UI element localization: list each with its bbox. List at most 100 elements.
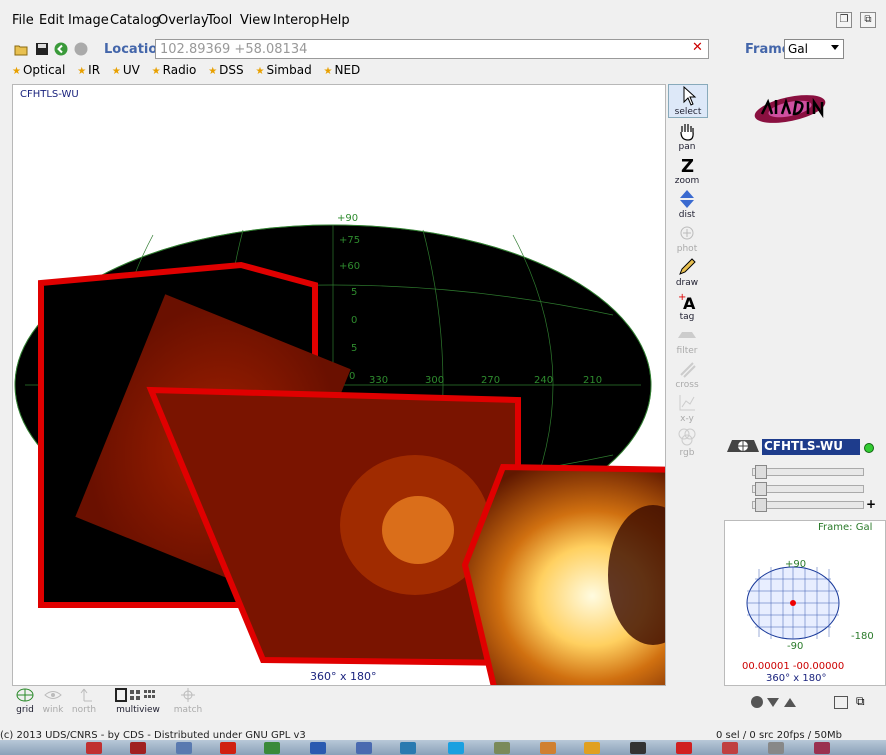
multiview-icon [115, 688, 155, 702]
match-button[interactable]: match [172, 688, 204, 715]
mini-label-bottom: -90 [787, 641, 803, 652]
bottom-toolbar: grid wink north multiview match [0, 688, 886, 718]
field-of-view-label: 360° x 180° [310, 670, 377, 683]
menu-overlay[interactable]: Overlay [158, 13, 209, 28]
stack-plane-icon[interactable] [726, 438, 760, 454]
tool-zoom[interactable]: Z zoom [668, 154, 706, 186]
menu-image[interactable]: Image [68, 13, 109, 28]
taskbar-app-icon[interactable] [494, 742, 510, 754]
frame-select[interactable]: Gal [784, 39, 844, 59]
sky-view[interactable]: +90 +75 +60 5 0 5 0 330 300 270 240 210 [12, 84, 666, 686]
opacity-slider-2[interactable] [752, 482, 864, 496]
tool-rgb[interactable]: rgb [668, 426, 706, 458]
menu-catalog[interactable]: Catalog [110, 13, 160, 28]
grid-label-lon-210: 210 [583, 375, 602, 386]
tool-phot[interactable]: phot [668, 222, 706, 254]
detach-window-icon[interactable]: ⧉ [860, 12, 876, 28]
taskbar-app-icon[interactable] [814, 742, 830, 754]
stop-icon[interactable] [74, 42, 88, 56]
mini-label-top: +90 [785, 559, 806, 570]
taskbar-app-icon[interactable] [86, 742, 102, 754]
taskbar-app-icon[interactable] [722, 742, 738, 754]
clear-location-icon[interactable]: ✕ [692, 40, 703, 55]
bookmark-uv[interactable]: ★ UV [112, 63, 140, 77]
menu-file[interactable]: File [12, 13, 34, 28]
restore-window-icon[interactable]: ❐ [836, 12, 852, 28]
slider-knob[interactable] [755, 482, 767, 496]
tool-panel: select pan Z zoom dist phot draw + A tag … [668, 84, 708, 464]
taskbar-app-icon[interactable] [264, 742, 280, 754]
slider-knob[interactable] [755, 498, 767, 512]
opacity-slider-3[interactable] [752, 498, 864, 512]
north-button[interactable]: north [70, 688, 98, 715]
taskbar-app-icon[interactable] [768, 742, 784, 754]
eye-icon [44, 691, 62, 699]
tool-select[interactable]: select [668, 84, 708, 118]
mini-coords: 00.00001 -00.00000 [742, 661, 845, 672]
taskbar-app-icon[interactable] [176, 742, 192, 754]
open-folder-icon[interactable] [14, 42, 28, 56]
bookmark-ned[interactable]: ★ NED [324, 63, 361, 77]
photometry-icon [680, 226, 694, 240]
grid-label-lon-330: 330 [369, 375, 388, 386]
taskbar-app-icon[interactable] [448, 742, 464, 754]
grid-button[interactable]: grid [14, 688, 36, 715]
wink-button[interactable]: wink [40, 688, 66, 715]
pencil-icon [679, 258, 696, 275]
save-icon[interactable] [35, 42, 49, 56]
xy-plot-icon [679, 395, 695, 411]
north-arrow-icon [80, 688, 92, 702]
tool-tag[interactable]: + A tag [668, 290, 706, 322]
mini-label-right: -180 [851, 631, 874, 642]
plane-status-icon [864, 443, 874, 453]
bookmarks-bar: ★ Optical ★ IR ★ UV ★ Radio ★ DSS ★ Simbad ★ NE… [12, 63, 368, 79]
menu-edit[interactable]: Edit [39, 13, 64, 28]
tool-filter[interactable]: filter [668, 324, 706, 356]
multiview-button[interactable]: multiview [112, 688, 164, 715]
menu-tool[interactable]: Tool [207, 13, 232, 28]
view-survey-label: CFHTLS-WU [20, 89, 79, 100]
chevron-down-icon [831, 45, 839, 50]
svg-text:Z: Z [681, 156, 694, 176]
mini-frame-label: Frame: Gal [818, 522, 873, 533]
taskbar-app-icon[interactable] [400, 742, 416, 754]
taskbar-app-icon[interactable] [540, 742, 556, 754]
grid-label-lon-270: 270 [481, 375, 500, 386]
bookmark-optical[interactable]: ★ Optical [12, 63, 65, 77]
location-input[interactable]: 102.89369 +58.08134 [155, 39, 709, 59]
taskbar-app-icon[interactable] [356, 742, 372, 754]
menu-view[interactable]: View [240, 13, 271, 28]
grid-label-lon-300: 300 [425, 375, 444, 386]
taskbar-app-icon[interactable] [130, 742, 146, 754]
grid-label-lon-240: 240 [534, 375, 553, 386]
back-icon[interactable] [54, 42, 68, 56]
add-plane-icon[interactable]: + [866, 497, 876, 511]
taskbar-app-icon[interactable] [676, 742, 692, 754]
grid-label-lat-90: +90 [337, 213, 358, 224]
bookmark-dss[interactable]: ★ DSS [208, 63, 243, 77]
slider-knob[interactable] [755, 465, 767, 479]
grid-label-lat-75: +75 [339, 235, 360, 246]
os-taskbar [0, 740, 886, 755]
tool-cross[interactable]: cross [668, 358, 706, 390]
taskbar-app-icon[interactable] [630, 742, 646, 754]
tool-dist[interactable]: dist [668, 188, 706, 220]
bookmark-radio[interactable]: ★ Radio [152, 63, 197, 77]
taskbar-app-icon[interactable] [310, 742, 326, 754]
bookmark-simbad[interactable]: ★ Simbad [255, 63, 311, 77]
taskbar-app-icon[interactable] [220, 742, 236, 754]
grid-label-lat-30: 0 [351, 315, 357, 326]
tool-xy[interactable]: x-y [668, 392, 706, 424]
filter-icon [678, 332, 696, 338]
zoom-icon: Z [681, 156, 694, 176]
stack-plane-name[interactable]: CFHTLS-WU [762, 439, 860, 455]
tool-draw[interactable]: draw [668, 256, 706, 288]
menu-interop[interactable]: Interop [273, 13, 319, 28]
menu-help[interactable]: Help [320, 13, 350, 28]
crosshair-icon [181, 688, 195, 702]
taskbar-app-icon[interactable] [584, 742, 600, 754]
opacity-slider-1[interactable] [752, 465, 864, 479]
tool-pan[interactable]: pan [668, 120, 706, 152]
bookmark-ir[interactable]: ★ IR [77, 63, 100, 77]
star-icon: ★ [255, 66, 265, 77]
